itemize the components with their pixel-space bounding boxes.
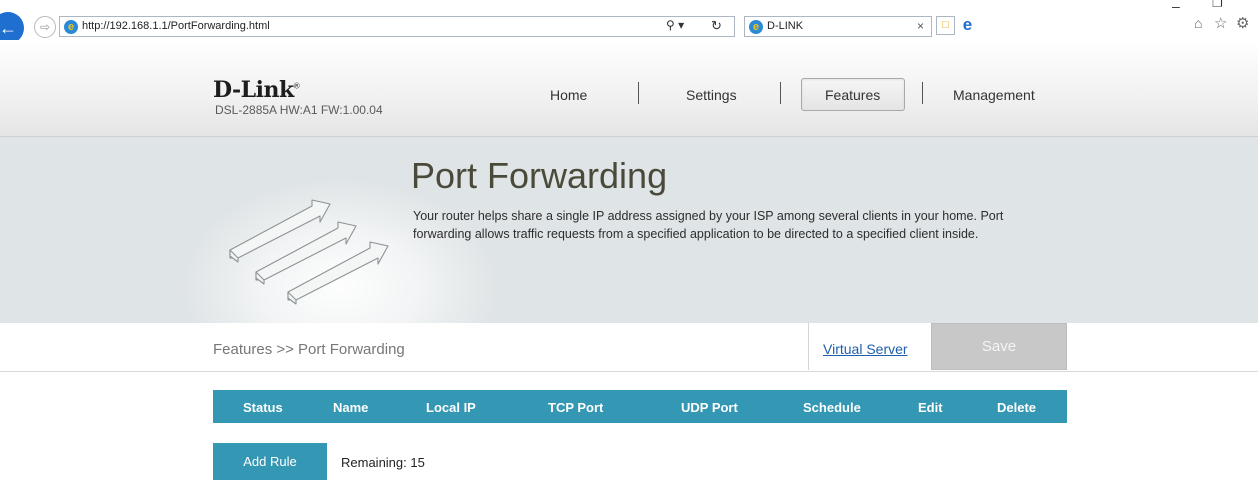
save-button[interactable]: Save: [931, 323, 1067, 370]
port-forwarding-arrows-icon: [229, 199, 389, 305]
minimize-icon[interactable]: –: [1172, 0, 1180, 14]
rules-table-header: Status Name Local IP TCP Port UDP Port S…: [213, 390, 1067, 423]
home-icon[interactable]: ⌂: [1194, 15, 1202, 31]
new-tab-icon[interactable]: □: [936, 16, 955, 35]
search-dropdown-icon[interactable]: ⚲ ▾: [666, 18, 684, 32]
tab-title: D-LINK: [767, 20, 804, 32]
nav-features[interactable]: Features: [825, 87, 880, 103]
hero-banner: Port Forwarding Your router helps share …: [0, 137, 1258, 323]
page-description: Your router helps share a single IP addr…: [413, 209, 1004, 241]
nav-home[interactable]: Home: [550, 87, 587, 103]
page-title: Port Forwarding: [411, 155, 668, 196]
nav-divider: [638, 82, 639, 104]
refresh-icon[interactable]: ↻: [711, 18, 722, 34]
ie-icon: e: [64, 20, 78, 34]
ie-icon: e: [749, 20, 763, 34]
browser-tab[interactable]: e D-LINK ×: [744, 16, 932, 37]
column-status: Status: [243, 400, 283, 415]
edge-icon[interactable]: e: [958, 16, 977, 35]
browser-toolbar: ← ⇨ e http://192.168.1.1/PortForwarding.…: [0, 0, 1258, 44]
column-schedule: Schedule: [803, 400, 861, 415]
model-info: DSL-2885A HW:A1 FW:1.00.04: [215, 103, 383, 117]
breadcrumb-bar: Features >> Port Forwarding Virtual Serv…: [0, 323, 1258, 372]
column-local-ip: Local IP: [426, 400, 476, 415]
restore-icon[interactable]: ❐: [1212, 0, 1223, 10]
nav-divider: [780, 82, 781, 104]
column-tcp-port: TCP Port: [548, 400, 604, 415]
address-bar[interactable]: e http://192.168.1.1/PortForwarding.html…: [59, 16, 735, 37]
forward-icon[interactable]: ⇨: [34, 16, 56, 38]
column-edit: Edit: [918, 400, 943, 415]
nav-divider: [922, 82, 923, 104]
nav-management[interactable]: Management: [953, 87, 1035, 103]
virtual-server-link[interactable]: Virtual Server: [823, 341, 908, 357]
breadcrumb: Features >> Port Forwarding: [213, 341, 405, 358]
gear-icon[interactable]: ⚙: [1236, 14, 1249, 32]
column-udp-port: UDP Port: [681, 400, 738, 415]
add-rule-button[interactable]: Add Rule: [213, 443, 327, 480]
url-text[interactable]: http://192.168.1.1/PortForwarding.html: [82, 20, 270, 32]
close-tab-icon[interactable]: ×: [917, 19, 924, 33]
column-name: Name: [333, 400, 369, 415]
dlink-logo: D-Link®: [213, 77, 300, 103]
nav-settings[interactable]: Settings: [686, 87, 737, 103]
router-header: D-Link® DSL-2885A HW:A1 FW:1.00.04 Home …: [0, 40, 1258, 137]
column-delete: Delete: [997, 400, 1037, 415]
remaining-count: Remaining: 15: [341, 455, 425, 470]
favorites-star-icon[interactable]: ☆: [1214, 14, 1227, 32]
